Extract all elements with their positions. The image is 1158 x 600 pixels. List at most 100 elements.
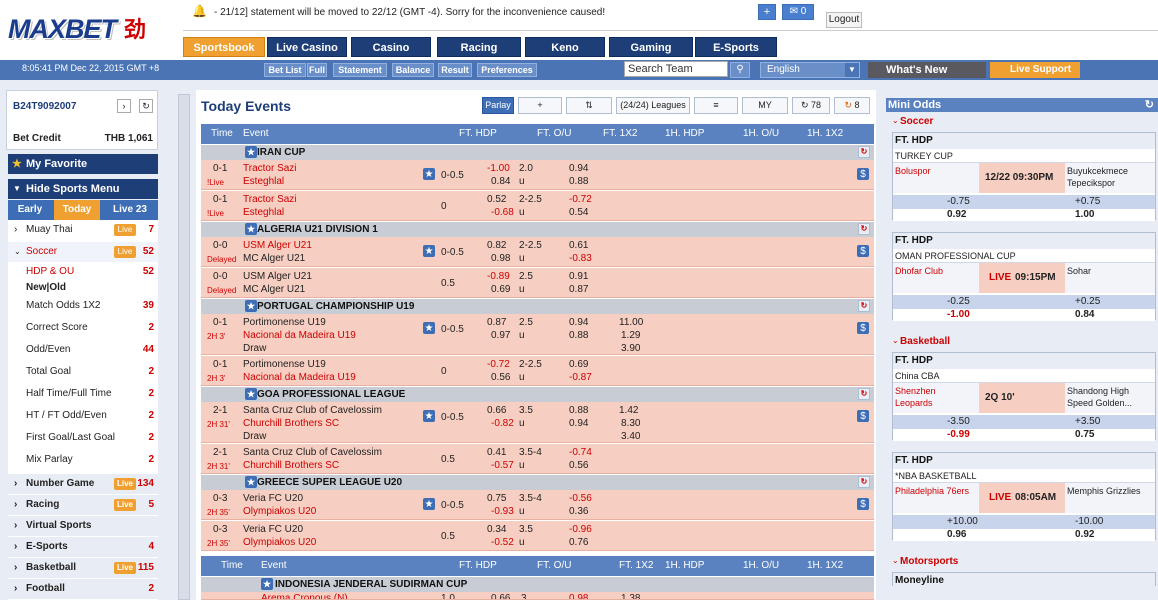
odds-away[interactable]: 0.75 [1075,429,1094,441]
tab-sportsbook[interactable]: Sportsbook [183,37,265,57]
section-soccer[interactable]: Soccer [900,116,933,127]
submenu-htft[interactable]: Half Time/Full Time 2 [8,384,158,404]
table-row[interactable]: 0-0 Delayed USM Alger U21 MC Alger U21 0-0.5… [201,237,874,267]
dollar-icon[interactable]: $ [857,322,869,334]
league-row[interactable]: ★ GREECE SUPER LEAGUE U20 ↻ [201,475,874,490]
star-icon[interactable]: ★ [245,223,257,235]
chevron-right-icon[interactable]: › [117,99,131,113]
dollar-icon[interactable]: $ [857,410,869,422]
sport-esports[interactable]: › E-Sports 4 [8,537,158,557]
sport-racing[interactable]: › Racing Live 5 [8,495,158,515]
refresh-icon[interactable]: ↻ [1145,98,1154,112]
table-row[interactable]: 0-0 Delayed USM Alger U21 MC Alger U21 0.5 -0… [201,268,874,298]
star-icon[interactable]: ★ [245,146,257,158]
submenu-mix-parlay[interactable]: Mix Parlay 2 [8,450,158,470]
league-row[interactable]: ★ INDONESIA JENDERAL SUDIRMAN CUP [201,577,874,592]
tab-early[interactable]: Early [8,200,52,220]
parlay-button[interactable]: Parlay [482,97,514,114]
sport-football[interactable]: › Football 2 [8,579,158,599]
view-toggle[interactable]: ≡ [694,97,738,114]
league-row[interactable]: ★ GOA PROFESSIONAL LEAGUE ↻ [201,387,874,402]
table-row[interactable]: 0-1 !Live Tractor Sazi Esteghlal 0-0.5 -1.00 0… [201,160,874,190]
star-icon[interactable]: ★ [423,410,435,422]
full-link[interactable]: Full [307,63,327,77]
hdp-home[interactable]: -0.75 [947,195,970,209]
scrollbar[interactable] [178,94,190,600]
tab-keno[interactable]: Keno [525,37,605,57]
table-row[interactable]: 0-1 2H 3' Portimonense U19 Nacional da Made… [201,314,874,355]
table-row[interactable]: 0-1 2H 3' Portimonense U19 Nacional da Made… [201,356,874,386]
refresh-icon[interactable]: ↻ [139,99,153,113]
my-favorite[interactable]: ★ My Favorite [8,154,158,174]
submenu-htft-odd-even[interactable]: HT / FT Odd/Even 2 [8,406,158,426]
star-icon[interactable]: ★ [423,322,435,334]
tab-racing[interactable]: Racing [437,37,521,57]
live-support-button[interactable]: Live Support [990,62,1080,78]
submenu-correct-score[interactable]: Correct Score 2 [8,318,158,338]
dollar-icon[interactable]: $ [857,168,869,180]
tab-live[interactable]: Live 23 [102,200,158,220]
submenu-odd-even[interactable]: Odd/Even 44 [8,340,158,360]
away-team[interactable]: Shandong High Speed Golden... [1067,385,1153,409]
away-team[interactable]: Sohar [1067,265,1153,277]
hide-sports-menu[interactable]: ▼ Hide Sports Menu [8,179,158,199]
home-team[interactable]: Dhofar Club [895,265,975,277]
star-icon[interactable]: ★ [245,388,257,400]
statement-link[interactable]: Statement [333,63,387,77]
hdp-home[interactable]: +10.00 [947,515,978,529]
odds-home[interactable]: 0.92 [947,209,966,221]
dollar-icon[interactable]: $ [857,245,869,257]
section-motorsports[interactable]: Motorsports [900,556,958,567]
tab-live-casino[interactable]: Live Casino [267,37,347,57]
table-row[interactable]: 0-1 !Live Tractor Sazi Esteghlal 0 0.52 -0.68 2… [201,191,874,221]
home-team[interactable]: Philadelphia 76ers [895,485,975,497]
language-select[interactable]: English ▼ [760,62,860,78]
tab-today[interactable]: Today [54,200,100,220]
hdp-home[interactable]: -0.25 [947,295,970,309]
odds-away[interactable]: 0.84 [1075,309,1094,321]
refresh-icon[interactable]: ↻ [858,146,870,158]
star-icon[interactable]: ★ [261,578,273,590]
refresh-icon[interactable]: ↻ [858,476,870,488]
refresh-icon[interactable]: ↻ [858,300,870,312]
submenu-total-goal[interactable]: Total Goal 2 [8,362,158,382]
logout-button[interactable]: Logout [826,12,862,28]
table-row[interactable]: 2-1 2H 31' Santa Cruz Club of Cavelossim Ch… [201,444,874,474]
add-button[interactable]: + [518,97,562,114]
add-button[interactable]: + [758,4,776,20]
star-icon[interactable]: ★ [423,168,435,180]
bet-list-link[interactable]: Bet List [264,63,306,77]
away-team[interactable]: Memphis Grizzlies [1067,485,1153,497]
sport-muay-thai[interactable]: › Muay Thai Live 7 [8,220,158,240]
submenu-match-odds[interactable]: Match Odds 1X2 39 [8,296,158,316]
sport-number-game[interactable]: › Number Game Live 134 [8,474,158,494]
away-team[interactable]: Buyukcekmece Tepecikspor [1067,165,1153,189]
table-row[interactable]: 2-1 2H 31' Santa Cruz Club of Cavelossim Ch… [201,402,874,443]
leagues-filter[interactable]: (24/24) Leagues [616,97,690,114]
league-row[interactable]: ★ IRAN CUP ↻ [201,145,874,160]
tab-casino[interactable]: Casino [351,37,431,57]
home-team[interactable]: Boluspor [895,165,975,177]
dollar-icon[interactable]: $ [857,498,869,510]
odds-home[interactable]: -1.00 [947,309,970,321]
table-row[interactable]: 0-3 2H 35' Veria FC U20 Olympiakos U20 0-0.5… [201,490,874,520]
search-icon[interactable]: ⚲ [730,62,750,78]
star-icon[interactable]: ★ [423,245,435,257]
sport-soccer[interactable]: ⌄ Soccer Live 52 [8,242,158,262]
refresh-button[interactable]: ↻ 78 [792,97,830,114]
odds-type-select[interactable]: MY [742,97,788,114]
hdp-away[interactable]: -10.00 [1075,515,1103,529]
home-team[interactable]: Shenzhen Leopards [895,385,975,409]
submenu-first-last-goal[interactable]: First Goal/Last Goal 2 [8,428,158,448]
sport-basketball[interactable]: › Basketball Live 115 [8,558,158,578]
tab-gaming[interactable]: Gaming [609,37,693,57]
sort-button[interactable]: ⇅ [566,97,612,114]
tab-esports[interactable]: E-Sports [695,37,777,57]
league-row[interactable]: ★ ALGERIA U21 DIVISION 1 ↻ [201,222,874,237]
star-icon[interactable]: ★ [245,300,257,312]
hdp-away[interactable]: +0.25 [1075,295,1100,309]
hdp-home[interactable]: -3.50 [947,415,970,429]
maxbet-logo[interactable]: MAXBET 劲 [6,6,178,54]
table-row[interactable]: 0-3 2H 35' Veria FC U20 Olympiakos U20 0.5 0.… [201,521,874,551]
message-button[interactable]: ✉ 0 [782,4,814,20]
